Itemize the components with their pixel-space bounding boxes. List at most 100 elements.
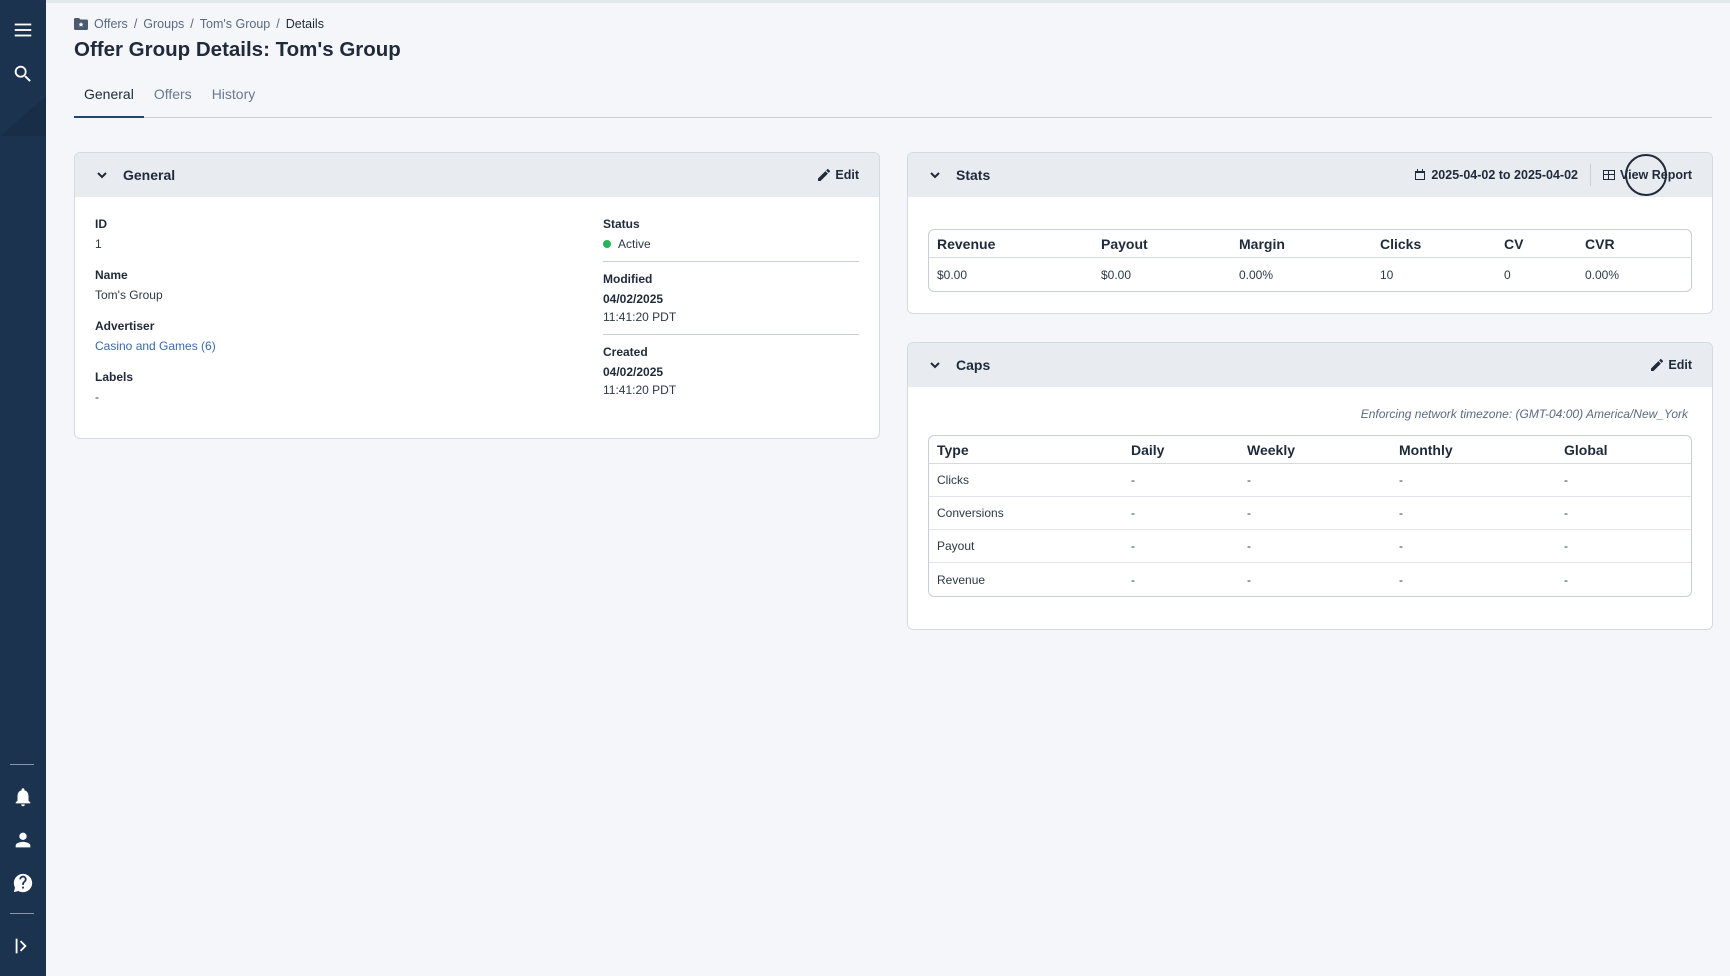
caps-cell: - bbox=[1239, 497, 1391, 530]
caps-cell: Payout bbox=[929, 530, 1123, 563]
caps-edit-button[interactable]: Edit bbox=[1651, 358, 1692, 372]
user-icon[interactable] bbox=[0, 822, 46, 858]
caps-cell: Conversions bbox=[929, 497, 1123, 530]
main-content: Offers / Groups / Tom's Group / Details … bbox=[74, 14, 1712, 118]
tab-general[interactable]: General bbox=[74, 84, 144, 118]
breadcrumb-offers[interactable]: Offers bbox=[94, 17, 128, 31]
caps-cell: - bbox=[1399, 572, 1403, 587]
breadcrumb-separator: / bbox=[276, 17, 280, 31]
field-label: ID bbox=[95, 217, 107, 231]
breadcrumb-current: Details bbox=[285, 17, 324, 31]
date-range-label: 2025-04-02 to 2025-04-02 bbox=[1431, 168, 1578, 182]
field-status: Status Active bbox=[603, 217, 859, 251]
top-border bbox=[46, 0, 1730, 3]
sidebar bbox=[0, 0, 46, 976]
bell-icon[interactable] bbox=[0, 779, 46, 815]
stats-table: Revenue Payout Margin Clicks CV CVR $0.0… bbox=[928, 229, 1692, 292]
tab-offers[interactable]: Offers bbox=[144, 84, 202, 118]
cursor-highlight bbox=[1625, 154, 1667, 196]
caps-col-daily: Daily bbox=[1123, 436, 1239, 464]
divider bbox=[603, 261, 859, 262]
advertiser-link[interactable]: Casino and Games (6) bbox=[95, 339, 495, 353]
field-label: Labels bbox=[95, 370, 134, 384]
general-card-body: ID 1 Name Tom's Group Advertiser Casino … bbox=[75, 197, 879, 437]
folder-star-icon bbox=[74, 18, 88, 30]
caps-cell: - bbox=[1556, 497, 1691, 530]
field-label: Status bbox=[603, 217, 640, 231]
stats-col-payout: Payout bbox=[1093, 230, 1231, 258]
menu-icon[interactable] bbox=[0, 12, 46, 48]
field-id: ID 1 bbox=[95, 217, 495, 268]
date-range-picker[interactable]: 2025-04-02 to 2025-04-02 bbox=[1414, 168, 1578, 182]
created-time: 11:41:20 PDT bbox=[603, 383, 677, 397]
page-title: Offer Group Details: Tom's Group bbox=[74, 38, 401, 61]
caps-card-body: Enforcing network timezone: (GMT-04:00) … bbox=[908, 387, 1712, 617]
breadcrumb: Offers / Groups / Tom's Group / Details bbox=[74, 14, 1712, 34]
field-advertiser: Advertiser Casino and Games (6) bbox=[95, 319, 495, 370]
breadcrumb-separator: / bbox=[190, 17, 194, 31]
chevron-down-icon[interactable] bbox=[95, 168, 109, 182]
caps-cell: - bbox=[1239, 530, 1391, 563]
stats-card: Stats 2025-04-02 to 2025-04-02 View Repo… bbox=[907, 152, 1713, 314]
field-label: Created bbox=[603, 345, 648, 359]
modified-time: 11:41:20 PDT bbox=[603, 310, 677, 324]
stats-card-body: Revenue Payout Margin Clicks CV CVR $0.0… bbox=[908, 197, 1712, 312]
caps-table: Type Daily Weekly Monthly Global Clicks … bbox=[928, 435, 1692, 597]
status-dot-icon bbox=[603, 239, 611, 248]
report-icon bbox=[1602, 170, 1615, 180]
table-row: Revenue - - - - bbox=[929, 563, 1691, 596]
stats-col-margin: Margin bbox=[1231, 230, 1372, 258]
field-created: Created 04/02/2025 11:41:20 PDT bbox=[603, 345, 859, 397]
tab-bar: General Offers History bbox=[74, 84, 1712, 118]
stats-cell: 0.00% bbox=[1585, 267, 1620, 282]
breadcrumb-group-name[interactable]: Tom's Group bbox=[200, 17, 270, 31]
stats-card-title: Stats bbox=[956, 167, 991, 183]
stats-card-header: Stats 2025-04-02 to 2025-04-02 View Repo… bbox=[908, 153, 1712, 197]
caps-col-weekly: Weekly bbox=[1239, 436, 1391, 464]
caps-cell: - bbox=[1556, 464, 1691, 497]
breadcrumb-separator: / bbox=[133, 17, 138, 31]
chevron-down-icon[interactable] bbox=[928, 358, 942, 372]
caps-cell: - bbox=[1247, 572, 1251, 587]
caps-header-row: Type Daily Weekly Monthly Global bbox=[929, 436, 1691, 464]
chevron-down-icon[interactable] bbox=[928, 168, 942, 182]
caps-cell: - bbox=[1131, 572, 1135, 587]
table-row: Clicks - - - - bbox=[929, 464, 1691, 497]
stats-cell: $0.00 bbox=[1101, 267, 1132, 282]
search-icon[interactable] bbox=[0, 56, 46, 92]
field-labels: Labels - bbox=[95, 370, 495, 421]
sidebar-divider bbox=[10, 913, 34, 914]
caps-cell: - bbox=[1239, 464, 1391, 497]
stats-col-revenue: Revenue bbox=[929, 230, 1093, 258]
caps-cell: - bbox=[1556, 530, 1691, 563]
field-label: Advertiser bbox=[95, 319, 155, 333]
general-edit-button[interactable]: Edit bbox=[818, 168, 859, 182]
stats-col-cvr: CVR bbox=[1577, 230, 1691, 258]
created-date: 04/02/2025 bbox=[603, 365, 664, 379]
field-name: Name Tom's Group bbox=[95, 268, 495, 319]
pencil-icon bbox=[1651, 359, 1664, 371]
caps-cell: Clicks bbox=[929, 464, 1123, 497]
caps-cell: - bbox=[1391, 497, 1556, 530]
table-row: Conversions - - - - bbox=[929, 497, 1691, 530]
caps-cell: - bbox=[1123, 497, 1239, 530]
field-value: - bbox=[95, 390, 99, 404]
sidebar-accent bbox=[0, 96, 46, 136]
caps-cell: - bbox=[1391, 530, 1556, 563]
help-icon[interactable] bbox=[0, 865, 46, 901]
field-value: Tom's Group bbox=[95, 288, 163, 302]
stats-cell: 0 bbox=[1504, 267, 1511, 282]
status-text: Active bbox=[618, 237, 651, 251]
expand-sidebar-icon[interactable] bbox=[0, 928, 46, 964]
caps-card-header: Caps Edit bbox=[908, 343, 1712, 387]
tab-history[interactable]: History bbox=[202, 84, 266, 118]
caps-card-title: Caps bbox=[956, 357, 991, 373]
stats-col-cv: CV bbox=[1496, 230, 1577, 258]
caps-cell: - bbox=[1564, 572, 1568, 587]
breadcrumb-groups[interactable]: Groups bbox=[143, 17, 184, 31]
pencil-icon bbox=[818, 169, 831, 181]
sidebar-divider bbox=[10, 764, 34, 765]
stats-cell: 10 bbox=[1380, 267, 1394, 282]
stats-col-clicks: Clicks bbox=[1372, 230, 1496, 258]
caps-cell: - bbox=[1123, 530, 1239, 563]
